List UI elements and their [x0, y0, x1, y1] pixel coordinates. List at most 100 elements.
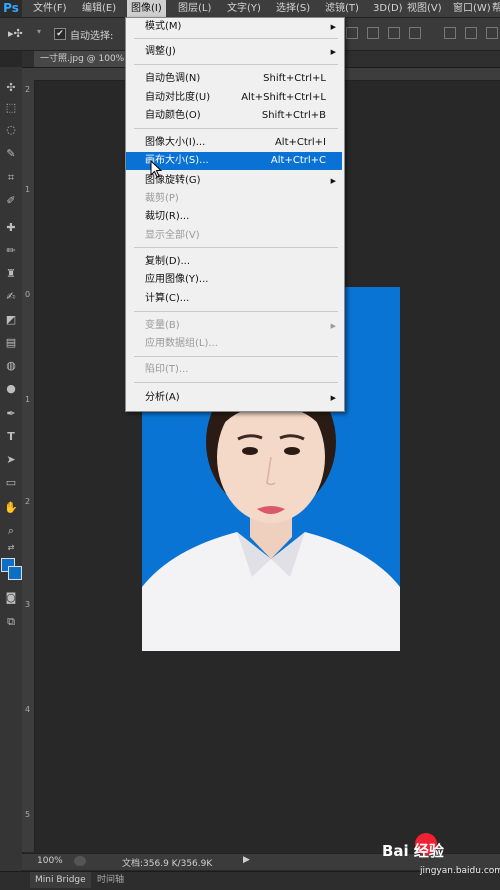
- menu-item-apply-image[interactable]: 应用图像(Y)...: [126, 271, 342, 289]
- menu-item-shortcut: Shift+Ctrl+L: [263, 73, 326, 84]
- menu-item-label: 裁切(R)...: [145, 211, 190, 222]
- menu-item-shortcut: Shift+Ctrl+B: [261, 110, 326, 121]
- menu-item-mode[interactable]: 模式(M) ▶: [126, 18, 342, 36]
- submenu-arrow-icon: ▶: [330, 394, 336, 402]
- ruler-mark: 2: [25, 497, 31, 506]
- align-left-icon[interactable]: [409, 27, 421, 39]
- menu-item-shortcut: Alt+Ctrl+I: [274, 137, 326, 148]
- hand-tool-icon[interactable]: ✋: [2, 500, 20, 516]
- menu-help[interactable]: 帮: [492, 0, 500, 17]
- quick-mask-icon[interactable]: ◙: [2, 590, 20, 606]
- tools-panel: [0, 67, 23, 878]
- menu-item-auto-tone[interactable]: 自动色调(N) Shift+Ctrl+L: [126, 70, 342, 88]
- status-menu-arrow-icon[interactable]: ▶: [243, 855, 250, 865]
- crop-tool-icon[interactable]: ⌗: [2, 170, 20, 186]
- menu-item-label: 应用图像(Y)...: [145, 274, 209, 285]
- lasso-tool-icon[interactable]: ◌: [2, 122, 20, 138]
- menu-edit[interactable]: 编辑(E): [82, 0, 116, 17]
- submenu-arrow-icon: ▶: [330, 322, 336, 330]
- menu-separator: [134, 311, 338, 312]
- menu-item-label: 分析(A): [145, 392, 180, 403]
- pen-tool-icon[interactable]: ✒: [2, 406, 20, 422]
- menu-view[interactable]: 视图(V): [407, 0, 442, 17]
- chevron-down-icon[interactable]: ▾: [37, 27, 41, 36]
- quick-select-tool-icon[interactable]: ✎: [2, 146, 20, 162]
- watermark-url: jingyan.baidu.com: [420, 866, 500, 876]
- menu-item-image-size[interactable]: 图像大小(I)... Alt+Ctrl+I: [126, 134, 342, 152]
- menu-item-reveal-all: 显示全部(V): [126, 227, 342, 245]
- gradient-tool-icon[interactable]: ▤: [2, 335, 20, 351]
- menu-separator: [134, 64, 338, 65]
- background-color-swatch[interactable]: [8, 566, 22, 580]
- rectangle-tool-icon[interactable]: ▭: [2, 475, 20, 491]
- menu-item-label: 陷印(T)...: [145, 364, 189, 375]
- distribute-bottom-icon[interactable]: [486, 27, 498, 39]
- menu-item-label: 自动颜色(O): [145, 110, 201, 121]
- ruler-mark: 0: [25, 290, 31, 299]
- menu-item-auto-contrast[interactable]: 自动对比度(U) Alt+Shift+Ctrl+L: [126, 89, 342, 107]
- menu-select[interactable]: 选择(S): [276, 0, 310, 17]
- ruler-mark: 1: [25, 395, 31, 404]
- status-options-icon[interactable]: [74, 856, 86, 866]
- dodge-tool-icon[interactable]: ●: [2, 381, 20, 397]
- zoom-tool-icon[interactable]: ⌕: [2, 523, 20, 539]
- move-tool-icon[interactable]: ✣: [2, 80, 20, 96]
- menu-item-trim[interactable]: 裁切(R)...: [126, 208, 342, 226]
- menu-item-label: 变量(B): [145, 320, 180, 331]
- auto-select-label: 自动选择:: [70, 31, 114, 42]
- clone-stamp-icon[interactable]: ♜: [2, 266, 20, 282]
- blur-tool-icon[interactable]: ◍: [2, 358, 20, 374]
- menu-item-calculations[interactable]: 计算(C)...: [126, 290, 342, 308]
- distribute-vcenter-icon[interactable]: [465, 27, 477, 39]
- vertical-ruler: [22, 80, 35, 852]
- menu-item-label: 应用数据组(L)...: [145, 338, 218, 349]
- menu-file[interactable]: 文件(F): [33, 0, 67, 17]
- menu-item-duplicate[interactable]: 复制(D)...: [126, 253, 342, 271]
- menu-type[interactable]: 文字(Y): [227, 0, 261, 17]
- menu-item-label: 裁剪(P): [145, 193, 179, 204]
- tab-timeline[interactable]: 时间轴: [97, 872, 124, 888]
- menu-item-variables: 变量(B) ▶: [126, 317, 342, 335]
- zoom-level[interactable]: 100%: [37, 856, 63, 866]
- align-top-icon[interactable]: [346, 27, 358, 39]
- eyedropper-tool-icon[interactable]: ✐: [2, 193, 20, 209]
- submenu-arrow-icon: ▶: [330, 23, 336, 31]
- menu-item-auto-color[interactable]: 自动颜色(O) Shift+Ctrl+B: [126, 107, 342, 125]
- menu-item-crop: 裁剪(P): [126, 190, 342, 208]
- menu-item-label: 自动对比度(U): [145, 92, 211, 103]
- path-select-icon[interactable]: ➤: [2, 452, 20, 468]
- history-brush-icon[interactable]: ✍: [2, 289, 20, 305]
- menu-item-label: 自动色调(N): [145, 73, 201, 84]
- type-tool-icon[interactable]: T: [2, 429, 20, 445]
- menu-filter[interactable]: 滤镜(T): [325, 0, 359, 17]
- marquee-tool-icon[interactable]: ⬚: [2, 100, 20, 116]
- menu-item-label: 显示全部(V): [145, 230, 200, 241]
- menu-layer[interactable]: 图层(L): [178, 0, 211, 17]
- menu-item-trap: 陷印(T)...: [126, 361, 342, 379]
- menu-item-label: 调整(J): [145, 46, 176, 57]
- submenu-arrow-icon: ▶: [330, 48, 336, 56]
- brush-tool-icon[interactable]: ✏: [2, 243, 20, 259]
- menu-separator: [134, 247, 338, 248]
- screen-mode-icon[interactable]: ⧉: [2, 614, 20, 630]
- menu-item-label: 图像大小(I)...: [145, 137, 206, 148]
- align-bottom-icon[interactable]: [388, 27, 400, 39]
- auto-select-checkbox[interactable]: ✔: [54, 28, 66, 40]
- swap-colors-icon[interactable]: ⇄: [2, 540, 20, 556]
- move-tool-preset-icon[interactable]: ▸✣: [8, 27, 23, 40]
- menu-window[interactable]: 窗口(W): [453, 0, 491, 17]
- tab-mini-bridge[interactable]: Mini Bridge: [30, 872, 91, 888]
- ruler-mark: 2: [25, 85, 31, 94]
- healing-brush-icon[interactable]: ✚: [2, 220, 20, 236]
- menu-item-label: 计算(C)...: [145, 293, 190, 304]
- menu-item-analysis[interactable]: 分析(A) ▶: [126, 389, 342, 407]
- ruler-mark: 3: [25, 600, 31, 609]
- menu-3d[interactable]: 3D(D): [373, 0, 403, 17]
- menu-item-shortcut: Alt+Ctrl+C: [270, 155, 326, 166]
- align-vcenter-icon[interactable]: [367, 27, 379, 39]
- eraser-tool-icon[interactable]: ◩: [2, 312, 20, 328]
- distribute-top-icon[interactable]: [444, 27, 456, 39]
- menu-image[interactable]: 图像(I): [127, 0, 166, 17]
- menu-item-adjustments[interactable]: 调整(J) ▶: [126, 43, 342, 61]
- menu-item-label: 模式(M): [145, 21, 182, 32]
